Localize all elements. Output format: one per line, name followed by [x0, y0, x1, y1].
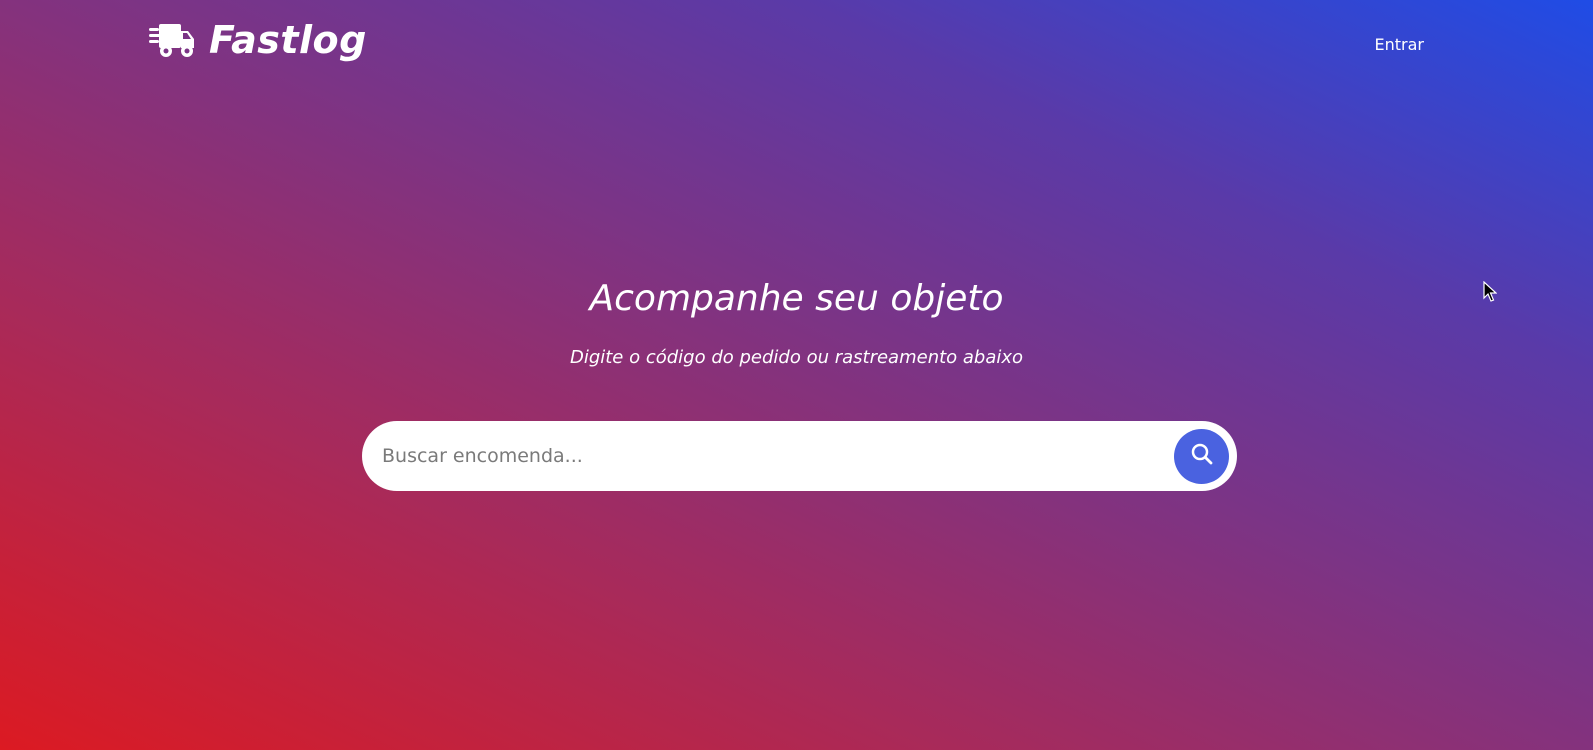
top-navbar: Fastlog Entrar: [0, 0, 1593, 90]
hero-section: Acompanhe seu objeto Digite o código do …: [0, 278, 1593, 368]
tracking-search-input[interactable]: [362, 421, 1174, 491]
tracking-search-form: [362, 421, 1237, 491]
page-title: Acompanhe seu objeto: [589, 278, 1004, 319]
mouse-cursor-icon: [1483, 280, 1498, 303]
brand-logo-link[interactable]: Fastlog: [149, 18, 367, 62]
truck-icon: [149, 20, 195, 60]
search-icon: [1190, 442, 1214, 470]
brand-name: Fastlog: [209, 18, 367, 62]
page-subtitle: Digite o código do pedido ou rastreament…: [569, 347, 1024, 368]
login-link[interactable]: Entrar: [1375, 35, 1424, 54]
search-button[interactable]: [1174, 428, 1229, 484]
